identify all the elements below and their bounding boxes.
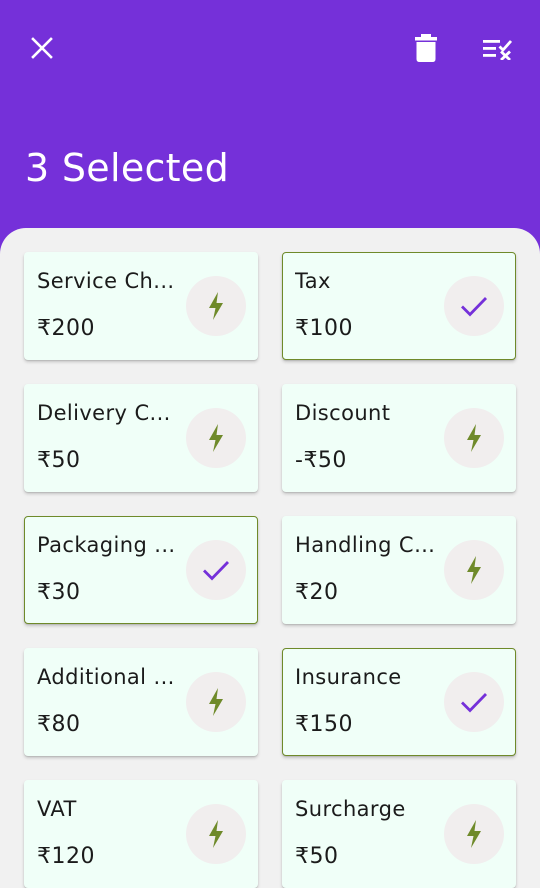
charge-amount: ₹150 [295,712,353,737]
selected-badge [444,276,504,336]
quick-action-badge [186,276,246,336]
charge-amount: ₹20 [295,580,339,605]
lightning-bolt-icon [209,688,223,716]
lightning-bolt-icon [209,292,223,320]
quick-action-badge [186,408,246,468]
selected-badge [444,672,504,732]
selected-badge [186,540,246,600]
charge-card[interactable]: Additional ... ₹80 [24,648,258,756]
charge-name: Discount [295,401,391,425]
charge-name: Tax [295,269,331,293]
charge-name: Delivery C... [37,401,171,425]
close-icon [31,37,53,59]
charge-amount: ₹100 [295,316,353,341]
quick-action-badge [186,804,246,864]
charge-amount: ₹50 [37,448,81,473]
charge-name: Surcharge [295,797,406,821]
quick-action-badge [186,672,246,732]
charge-card[interactable]: Handling C... ₹20 [282,516,516,624]
charge-card[interactable]: Delivery C... ₹50 [24,384,258,492]
lightning-bolt-icon [467,820,481,848]
page-title: 3 Selected [25,146,229,190]
trash-icon [415,34,437,62]
charge-amount: ₹30 [37,580,81,605]
check-icon [461,693,488,713]
lightning-bolt-icon [209,820,223,848]
delete-button[interactable] [402,24,450,72]
lightning-bolt-icon [467,556,481,584]
charge-card[interactable]: Tax ₹100 [282,252,516,360]
lightning-bolt-icon [467,424,481,452]
lightning-bolt-icon [209,424,223,452]
charge-name: Handling C... [295,533,435,557]
charge-name: Additional ... [37,665,175,689]
charge-amount: -₹50 [295,448,347,473]
check-icon [203,561,230,581]
charge-name: Service Ch... [37,269,175,293]
charge-card[interactable]: VAT ₹120 [24,780,258,888]
close-button[interactable] [18,24,66,72]
app-bar: 3 Selected [0,0,540,240]
charge-card[interactable]: Discount -₹50 [282,384,516,492]
select-all-button[interactable] [474,24,522,72]
charge-card[interactable]: Surcharge ₹50 [282,780,516,888]
charge-card[interactable]: Packaging ... ₹30 [24,516,258,624]
charge-name: Insurance [295,665,402,689]
charge-card[interactable]: Service Ch... ₹200 [24,252,258,360]
charge-name: VAT [37,797,77,821]
charges-grid: Service Ch... ₹200 Tax ₹100 Delivery C... ₹50… [24,252,516,888]
checklist-icon [483,40,513,60]
charge-card[interactable]: Insurance ₹150 [282,648,516,756]
quick-action-badge [444,408,504,468]
quick-action-badge [444,540,504,600]
quick-action-badge [444,804,504,864]
charge-name: Packaging ... [37,533,176,557]
charge-amount: ₹200 [37,316,95,341]
charge-amount: ₹50 [295,844,339,869]
charge-amount: ₹120 [37,844,95,869]
charge-amount: ₹80 [37,712,81,737]
check-icon [461,297,488,317]
